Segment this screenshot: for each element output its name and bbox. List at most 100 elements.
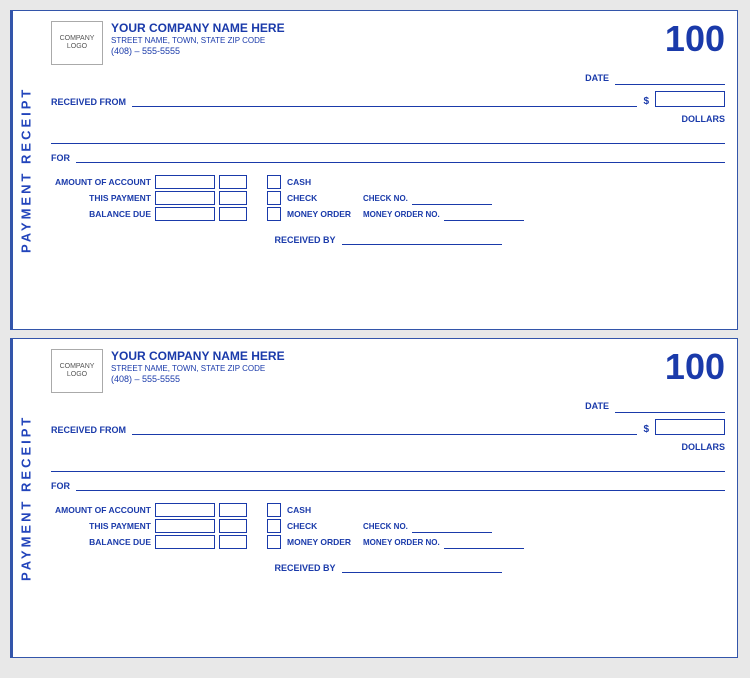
account-row-0-0: AMOUNT OF ACCOUNT	[51, 175, 247, 189]
date-input-0[interactable]	[615, 71, 725, 85]
logo-company-1: COMPANY LOGO YOUR COMPANY NAME HERE STRE…	[51, 349, 285, 393]
logo-company-0: COMPANY LOGO YOUR COMPANY NAME HERE STRE…	[51, 21, 285, 65]
date-input-1[interactable]	[615, 399, 725, 413]
for-input-0[interactable]	[76, 149, 725, 163]
received-from-row-1: RECEIVED FROM $	[51, 419, 725, 435]
acct-box2-1-0[interactable]	[219, 503, 247, 517]
received-by-row-1: RECEIVED BY	[51, 559, 725, 573]
receipt-2: PAYMENT RECEIPT COMPANY LOGO YOUR COMPAN…	[10, 338, 738, 658]
pm-checkbox-1-1[interactable]	[267, 519, 281, 533]
acct-box-1-0[interactable]	[155, 503, 215, 517]
company-name-0: YOUR COMPANY NAME HERE	[111, 21, 285, 35]
company-info-0: YOUR COMPANY NAME HERE STREET NAME, TOWN…	[111, 21, 285, 56]
acct-box-1-2[interactable]	[155, 535, 215, 549]
acct-box-0-0[interactable]	[155, 175, 215, 189]
pm-checkbox-0-2[interactable]	[267, 207, 281, 221]
acct-box2-1-1[interactable]	[219, 519, 247, 533]
received-by-row-0: RECEIVED BY	[51, 231, 725, 245]
acct-box2-0-1[interactable]	[219, 191, 247, 205]
pm-label-1-0: CASH	[287, 505, 357, 515]
pm-row-0-0: CASH	[267, 175, 524, 189]
amount-input-0[interactable]	[655, 91, 725, 107]
receipt-number-1: 100	[665, 349, 725, 385]
company-info-1: YOUR COMPANY NAME HERE STREET NAME, TOWN…	[111, 349, 285, 384]
pm-row-0-1: CHECK CHECK NO.	[267, 191, 524, 205]
pm-extra-1-2: MONEY ORDER NO.	[363, 535, 524, 549]
acct-label-0-0: AMOUNT OF ACCOUNT	[51, 177, 151, 187]
acct-box2-0-0[interactable]	[219, 175, 247, 189]
pm-checkbox-1-2[interactable]	[267, 535, 281, 549]
company-address-0: STREET NAME, TOWN, STATE ZIP CODE	[111, 36, 285, 45]
pm-label-0-0: CASH	[287, 177, 357, 187]
dollars-label-1: DOLLARS	[682, 442, 726, 452]
dollar-sign-0: $	[643, 96, 649, 107]
pm-extra-label-1-1: CHECK NO.	[363, 522, 408, 531]
account-table-0: AMOUNT OF ACCOUNT THIS PAYMENT BALANCE	[51, 175, 247, 221]
bottom-section-1: AMOUNT OF ACCOUNT THIS PAYMENT BALANCE	[51, 503, 725, 549]
received-by-label-0: RECEIVED BY	[274, 235, 335, 245]
received-by-input-1[interactable]	[342, 559, 502, 573]
for-input-1[interactable]	[76, 477, 725, 491]
pm-row-1-1: CHECK CHECK NO.	[267, 519, 524, 533]
full-line-1	[51, 458, 725, 472]
acct-box-0-2[interactable]	[155, 207, 215, 221]
company-name-1: YOUR COMPANY NAME HERE	[111, 349, 285, 363]
receipt-body-1: COMPANY LOGO YOUR COMPANY NAME HERE STRE…	[39, 339, 737, 657]
logo-line1-1: COMPANY	[60, 363, 95, 371]
account-row-1-0: AMOUNT OF ACCOUNT	[51, 503, 247, 517]
payment-methods-1: CASH CHECK CHECK NO.	[267, 503, 524, 549]
dollars-label-row-1: DOLLARS	[51, 437, 725, 455]
company-address-1: STREET NAME, TOWN, STATE ZIP CODE	[111, 364, 285, 373]
account-row-1-2: BALANCE DUE	[51, 535, 247, 549]
pm-extra-label-0-2: MONEY ORDER NO.	[363, 210, 440, 219]
acct-box-1-1[interactable]	[155, 519, 215, 533]
acct-box2-0-2[interactable]	[219, 207, 247, 221]
acct-label-0-2: BALANCE DUE	[51, 209, 151, 219]
bottom-section-0: AMOUNT OF ACCOUNT THIS PAYMENT BALANCE	[51, 175, 725, 221]
pm-extra-0-1: CHECK NO.	[363, 191, 492, 205]
pm-label-1-1: CHECK	[287, 521, 357, 531]
pm-extra-input-1-1[interactable]	[412, 519, 492, 533]
received-by-input-0[interactable]	[342, 231, 502, 245]
account-row-0-1: THIS PAYMENT	[51, 191, 247, 205]
for-label-1: FOR	[51, 481, 70, 491]
pm-extra-input-1-2[interactable]	[444, 535, 524, 549]
pm-label-1-2: MONEY ORDER	[287, 537, 357, 547]
acct-label-1-0: AMOUNT OF ACCOUNT	[51, 505, 151, 515]
receipts-container: PAYMENT RECEIPT COMPANY LOGO YOUR COMPAN…	[10, 10, 740, 658]
pm-checkbox-1-0[interactable]	[267, 503, 281, 517]
acct-box2-1-2[interactable]	[219, 535, 247, 549]
company-phone-1: (408) – 555-5555	[111, 374, 285, 384]
for-label-0: FOR	[51, 153, 70, 163]
date-label-0: DATE	[585, 73, 609, 83]
pm-row-0-2: MONEY ORDER MONEY ORDER NO.	[267, 207, 524, 221]
pm-extra-input-0-1[interactable]	[412, 191, 492, 205]
for-row-1: FOR	[51, 477, 725, 491]
received-from-input-1[interactable]	[132, 421, 637, 435]
header-row-1: COMPANY LOGO YOUR COMPANY NAME HERE STRE…	[51, 349, 725, 393]
pm-label-0-2: MONEY ORDER	[287, 209, 357, 219]
pm-checkbox-0-1[interactable]	[267, 191, 281, 205]
payment-methods-0: CASH CHECK CHECK NO.	[267, 175, 524, 221]
logo-line2-1: LOGO	[67, 371, 87, 379]
acct-box-0-1[interactable]	[155, 191, 215, 205]
receipt-1: PAYMENT RECEIPT COMPANY LOGO YOUR COMPAN…	[10, 10, 738, 330]
pm-extra-input-0-2[interactable]	[444, 207, 524, 221]
received-from-label-0: RECEIVED FROM	[51, 97, 126, 107]
account-row-0-2: BALANCE DUE	[51, 207, 247, 221]
received-from-input-0[interactable]	[132, 93, 637, 107]
side-label-0: PAYMENT RECEIPT	[11, 11, 39, 329]
pm-extra-0-2: MONEY ORDER NO.	[363, 207, 524, 221]
logo-box-0: COMPANY LOGO	[51, 21, 103, 65]
account-table-1: AMOUNT OF ACCOUNT THIS PAYMENT BALANCE	[51, 503, 247, 549]
account-row-1-1: THIS PAYMENT	[51, 519, 247, 533]
dollar-sign-1: $	[643, 424, 649, 435]
pm-checkbox-0-0[interactable]	[267, 175, 281, 189]
logo-line2-0: LOGO	[67, 43, 87, 51]
received-by-label-1: RECEIVED BY	[274, 563, 335, 573]
side-label-1: PAYMENT RECEIPT	[11, 339, 39, 657]
pm-label-0-1: CHECK	[287, 193, 357, 203]
acct-label-1-2: BALANCE DUE	[51, 537, 151, 547]
receipt-body-0: COMPANY LOGO YOUR COMPANY NAME HERE STRE…	[39, 11, 737, 329]
amount-input-1[interactable]	[655, 419, 725, 435]
